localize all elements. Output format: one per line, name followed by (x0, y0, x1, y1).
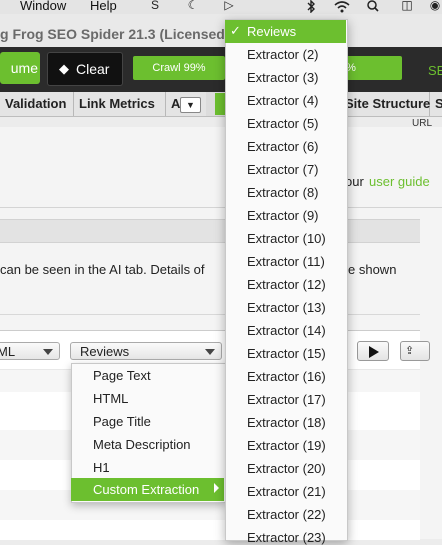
resume-button-label: ume (10, 60, 38, 76)
control-center-icon[interactable]: ◫ (400, 0, 414, 12)
menu-item-extractor[interactable]: Extractor (11) (247, 254, 325, 269)
run-button[interactable] (357, 341, 389, 361)
menu-item-extractor[interactable]: Extractor (7) (247, 162, 319, 177)
chevron-down-icon (43, 349, 53, 355)
siri-icon[interactable]: ◉ (428, 0, 442, 12)
menu-item-extractor[interactable]: Extractor (13) (247, 300, 326, 315)
url-column-header: URL (412, 118, 433, 129)
menu-item-meta-description[interactable]: Meta Description (93, 437, 191, 452)
menu-item-h1[interactable]: H1 (93, 460, 110, 475)
resume-button[interactable]: ume (0, 52, 40, 84)
menu-item-extractor[interactable]: Extractor (16) (247, 369, 326, 384)
menu-item-extractor[interactable]: Extractor (17) (247, 392, 326, 407)
menu-item-extractor[interactable]: Extractor (10) (247, 231, 326, 246)
menu-item-html[interactable]: HTML (93, 391, 128, 406)
play-icon (369, 346, 379, 358)
custom-extraction-label: Custom Extraction (93, 482, 200, 497)
s-app-icon[interactable]: S (148, 0, 162, 12)
checkmark-icon: ✓ (230, 23, 241, 38)
menu-item-extractor[interactable]: Extractor (9) (247, 208, 319, 223)
chevron-down-icon (205, 349, 215, 355)
extraction-select[interactable]: Reviews (70, 342, 222, 360)
mode-label: SE (428, 63, 442, 78)
menu-item-extractor[interactable]: Extractor (14) (247, 323, 326, 338)
menu-item-extractor[interactable]: Extractor (6) (247, 139, 319, 154)
section-header-bar (0, 219, 420, 243)
user-guide-link[interactable]: user guide (369, 174, 430, 189)
menu-item-reviews[interactable]: ✓ Reviews (225, 20, 346, 43)
export-button[interactable]: ⇪ (400, 341, 430, 361)
menu-item-extractor[interactable]: Extractor (19) (247, 438, 326, 453)
bluetooth-icon[interactable] (302, 0, 320, 13)
eraser-icon: ◆ (59, 61, 69, 76)
menu-item-reviews-label: Reviews (247, 24, 297, 39)
tab-site-structure[interactable]: Site Structure (340, 92, 430, 116)
divider (0, 207, 442, 208)
tab-validation[interactable]: Validation (0, 92, 74, 116)
menu-window[interactable]: Window (20, 0, 66, 13)
source-select-value: ML (0, 344, 16, 359)
macos-menu-bar: Window Help S ☾ ▷ ◫ ◉ (0, 0, 442, 14)
menu-help[interactable]: Help (90, 0, 117, 13)
spotlight-search-icon[interactable] (366, 0, 380, 13)
menu-item-extractor[interactable]: Extractor (5) (247, 116, 319, 131)
menu-item-extractor[interactable]: Extractor (12) (247, 277, 326, 292)
crawl-progress-bar: Crawl 99% (133, 56, 225, 80)
menu-item-extractor[interactable]: Extractor (15) (247, 346, 326, 361)
menu-item-page-text[interactable]: Page Text (93, 368, 151, 383)
menu-item-extractor[interactable]: Extractor (3) (247, 70, 319, 85)
export-icon: ⇪ (405, 345, 415, 357)
extraction-select-value: Reviews (80, 344, 130, 359)
tab-active-marker (215, 93, 225, 115)
menu-item-extractor[interactable]: Extractor (8) (247, 185, 319, 200)
menu-item-extractor[interactable]: Extractor (18) (247, 415, 326, 430)
submenu-arrow-icon (214, 483, 219, 493)
menu-item-extractor[interactable]: Extractor (22) (247, 507, 326, 522)
tab-bar: Validation Link Metrics A ▼ Site Structu… (0, 92, 442, 117)
menu-item-extractor[interactable]: Extractor (21) (247, 484, 326, 499)
main-toolbar: ume ◆ Clear Crawl 99% % SE (0, 47, 442, 92)
wifi-icon[interactable] (333, 0, 351, 13)
menu-item-extractor[interactable]: Extractor (4) (247, 93, 319, 108)
description-text-end: e shown (348, 262, 397, 277)
menu-item-extractor[interactable]: Extractor (23) (247, 530, 326, 545)
tab-s[interactable]: S (430, 92, 442, 116)
menu-item-custom-extraction[interactable]: Custom Extraction (71, 478, 224, 501)
clear-button[interactable]: ◆ Clear (47, 52, 123, 86)
menu-item-page-title[interactable]: Page Title (93, 414, 151, 429)
menu-item-extractor[interactable]: Extractor (20) (247, 461, 326, 476)
source-select[interactable]: ML (0, 342, 60, 360)
menu-item-extractor[interactable]: Extractor (2) (247, 47, 319, 62)
play-circle-icon[interactable]: ▷ (222, 0, 236, 12)
moon-icon[interactable]: ☾ (186, 0, 200, 12)
divider (0, 314, 420, 315)
tab-overflow-chevron-icon[interactable]: ▼ (180, 97, 201, 113)
tab-link-metrics[interactable]: Link Metrics (74, 92, 166, 116)
description-text: can be seen in the AI tab. Details of (0, 262, 205, 277)
clear-button-label: Clear (76, 61, 110, 77)
window-title: g Frog SEO Spider 21.3 (Licensed) (0, 26, 230, 42)
